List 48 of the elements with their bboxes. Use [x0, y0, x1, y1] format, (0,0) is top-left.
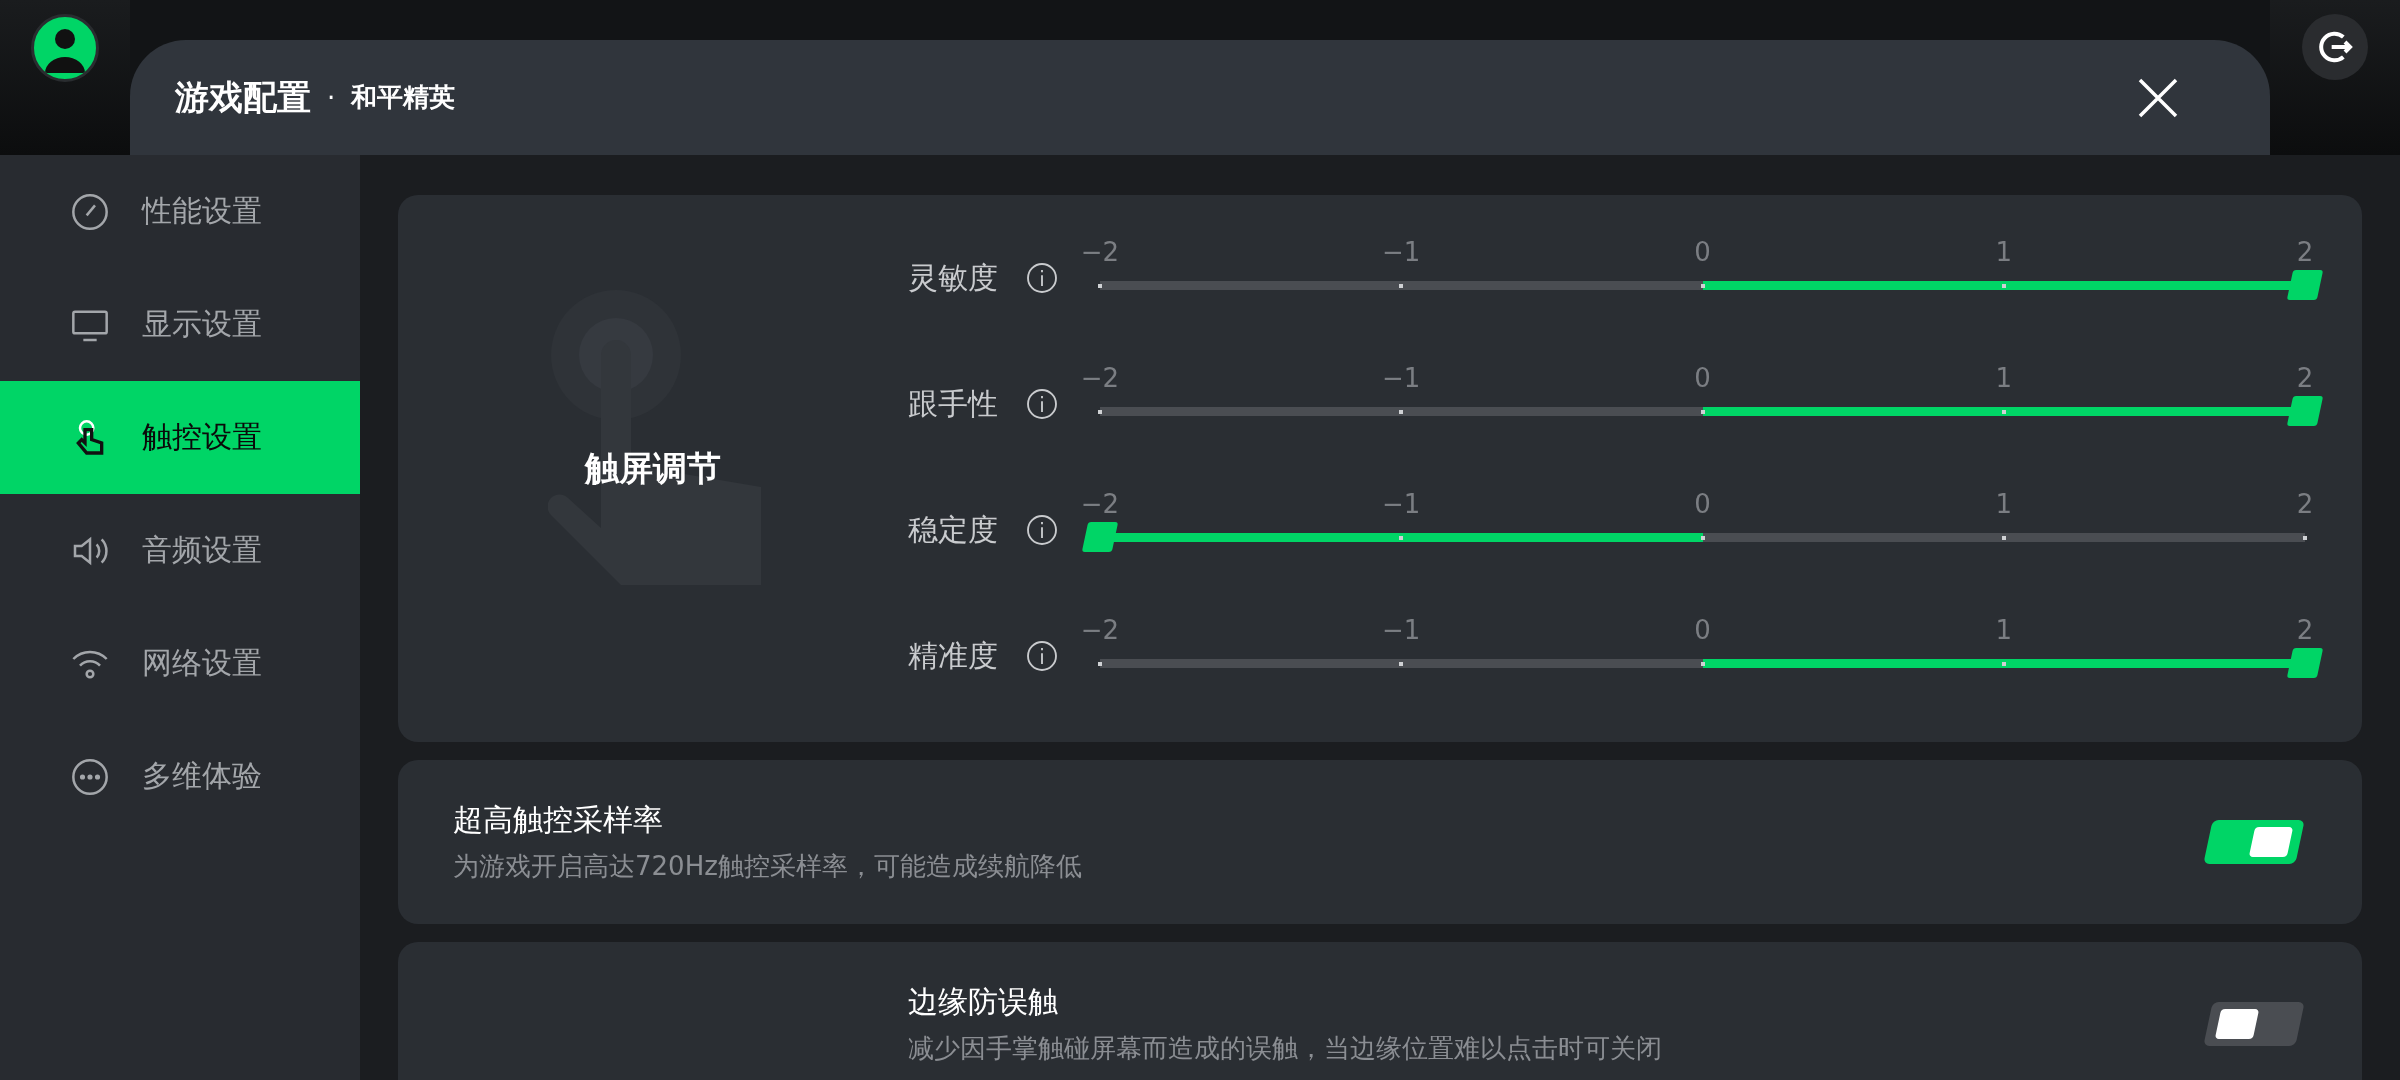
title-separator: · — [327, 82, 336, 113]
tick-label: −1 — [1382, 615, 1421, 645]
gauge-icon — [70, 191, 110, 232]
setting-title: 超高触控采样率 — [453, 801, 664, 839]
slider-thumb[interactable] — [2286, 396, 2324, 426]
tick-label: −2 — [1080, 615, 1120, 645]
tick-label: 1 — [1995, 489, 2012, 519]
tick-label: 1 — [1995, 237, 2012, 267]
tick-label: −1 — [1382, 237, 1421, 267]
slider-label: 跟手性 — [908, 384, 999, 423]
slider-label: 灵敏度 — [908, 258, 999, 297]
tick-label: 0 — [1694, 237, 1711, 267]
sidebar-item[interactable]: 多维体验 — [0, 720, 360, 833]
info-icon[interactable] — [1026, 262, 1058, 294]
tick-label: 0 — [1694, 363, 1711, 393]
slider-label: 精准度 — [908, 636, 999, 675]
slider-thumb[interactable] — [2286, 648, 2324, 678]
tick-label: −2 — [1080, 489, 1120, 519]
info-icon[interactable] — [1026, 514, 1058, 546]
tick-label: 1 — [1995, 363, 2012, 393]
tick-label: −2 — [1080, 237, 1120, 267]
tick-label: 1 — [1995, 615, 2012, 645]
tick-label: 2 — [2296, 615, 2314, 645]
tick-label: 0 — [1694, 615, 1711, 645]
sidebar-item[interactable]: 触控设置 — [0, 381, 360, 494]
more-icon — [70, 756, 110, 797]
tick-label: −1 — [1382, 489, 1421, 519]
setting-description: 为游戏开启高达720Hz触控采样率，可能造成续航降低 — [453, 850, 1083, 883]
tick-label: −2 — [1080, 363, 1120, 393]
tick-label: 2 — [2296, 363, 2314, 393]
tick-label: 0 — [1694, 489, 1711, 519]
setting-title: 边缘防误触 — [908, 983, 1059, 1021]
tick-label: 2 — [2296, 237, 2314, 267]
slider-label: 稳定度 — [908, 510, 999, 549]
sidebar-item[interactable]: 网络设置 — [0, 607, 360, 720]
info-icon[interactable] — [1026, 640, 1058, 672]
page-title: 游戏配置 — [175, 75, 311, 119]
tick-label: −1 — [1382, 363, 1421, 393]
tick-label: 2 — [2296, 489, 2314, 519]
sidebar-item[interactable]: 性能设置 — [0, 155, 360, 268]
card-title: 触屏调节 — [585, 446, 721, 490]
setting-description: 减少因手掌触碰屏幕而造成的误触，当边缘位置难以点击时可关闭 — [908, 1032, 1663, 1065]
slider-thumb[interactable] — [2286, 270, 2324, 300]
info-icon[interactable] — [1026, 388, 1058, 420]
sidebar-item[interactable]: 显示设置 — [0, 268, 360, 381]
slider-thumb[interactable] — [1081, 522, 1119, 552]
sidebar-item[interactable]: 音频设置 — [0, 494, 360, 607]
game-name: 和平精英 — [351, 81, 456, 114]
